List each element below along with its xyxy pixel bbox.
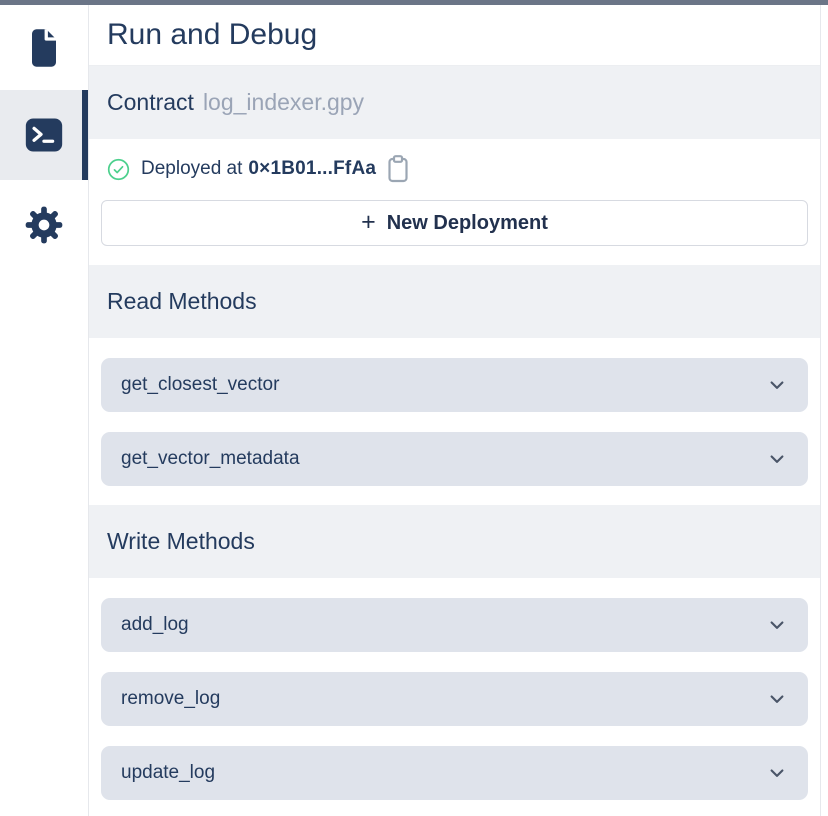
method-name: get_closest_vector	[121, 374, 279, 396]
method-name: remove_log	[121, 688, 220, 710]
chevron-down-icon	[768, 376, 786, 394]
contract-address: 0×1B01...FfAa	[248, 158, 376, 180]
file-icon	[26, 27, 62, 69]
app-window: Run and Debug Contract log_indexer.gpy D…	[0, 0, 828, 816]
method-row-get-closest-vector[interactable]: get_closest_vector	[101, 358, 808, 412]
method-name: update_log	[121, 762, 215, 784]
method-row-get-vector-metadata[interactable]: get_vector_metadata	[101, 432, 808, 486]
check-circle-icon	[107, 158, 130, 181]
contract-label: Contract	[107, 89, 194, 116]
scrollbar-gutter[interactable]	[820, 5, 828, 816]
chevron-down-icon	[768, 450, 786, 468]
sidebar-item-terminal[interactable]	[0, 90, 88, 180]
method-row-add-log[interactable]: add_log	[101, 598, 808, 652]
method-row-remove-log[interactable]: remove_log	[101, 672, 808, 726]
panel-title: Run and Debug	[89, 5, 820, 66]
run-and-debug-panel: Run and Debug Contract log_indexer.gpy D…	[89, 5, 820, 816]
chevron-down-icon	[768, 690, 786, 708]
contract-header: Contract log_indexer.gpy	[89, 66, 820, 139]
clipboard-icon	[386, 154, 410, 184]
method-row-update-log[interactable]: update_log	[101, 746, 808, 800]
section-header-write-methods: Write Methods	[89, 505, 820, 578]
gear-icon	[24, 205, 64, 245]
active-item-indicator	[82, 90, 88, 180]
sidebar-item-files[interactable]	[0, 5, 88, 90]
icon-sidebar	[0, 5, 89, 816]
app-body: Run and Debug Contract log_indexer.gpy D…	[0, 5, 828, 816]
chevron-down-icon	[768, 616, 786, 634]
method-name: get_vector_metadata	[121, 448, 300, 470]
new-deployment-button[interactable]: + New Deployment	[101, 200, 808, 246]
method-name: add_log	[121, 614, 189, 636]
plus-icon: +	[361, 210, 376, 235]
sidebar-item-settings[interactable]	[0, 180, 88, 270]
contract-filename: log_indexer.gpy	[203, 89, 364, 116]
deployed-at-text: Deployed at	[141, 158, 242, 180]
deployed-status-row: Deployed at 0×1B01...FfAa	[101, 148, 808, 190]
section-header-read-methods: Read Methods	[89, 265, 820, 338]
copy-address-button[interactable]	[386, 154, 410, 184]
main-panel: Run and Debug Contract log_indexer.gpy D…	[89, 5, 828, 816]
terminal-icon	[24, 116, 64, 154]
new-deployment-label: New Deployment	[387, 212, 548, 235]
chevron-down-icon	[768, 764, 786, 782]
